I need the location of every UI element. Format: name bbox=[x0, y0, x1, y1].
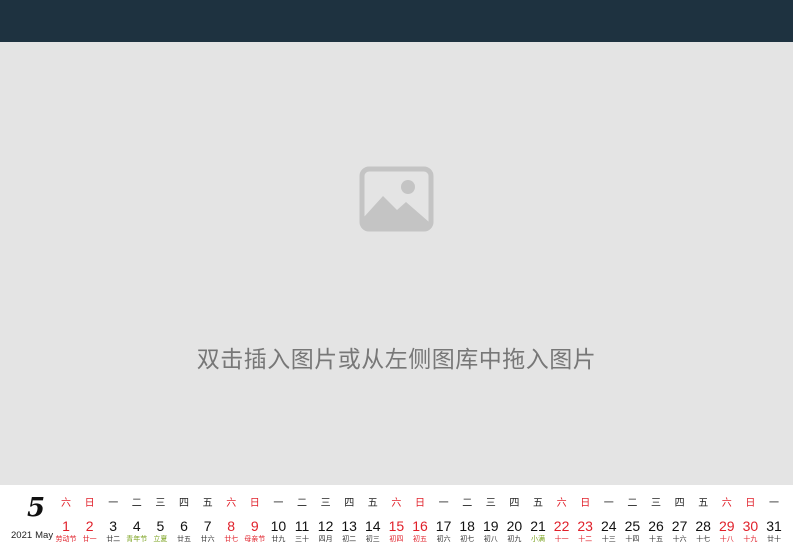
date-number: 31 bbox=[766, 518, 782, 534]
year-label: 2021 bbox=[11, 530, 33, 541]
lunar-label: 廿十 bbox=[767, 535, 781, 543]
top-bar bbox=[0, 0, 793, 42]
calendar-page: 双击插入图片或从左侧图库中拖入图片 5 2021 May 六 1 劳动节日 2 廿一一 3 廿… bbox=[0, 0, 793, 559]
weekday-label: 一 bbox=[769, 498, 779, 509]
month-number: 5 bbox=[26, 493, 46, 523]
placeholder-text: 双击插入图片或从左侧图库中拖入图片 bbox=[196, 347, 597, 373]
image-icon bbox=[359, 166, 434, 232]
image-placeholder[interactable]: 双击插入图片或从左侧图库中拖入图片 bbox=[0, 42, 793, 485]
day-cell[interactable]: 一 31 廿十 bbox=[763, 485, 785, 559]
calendar-strip: 5 2021 May 六 1 劳动节日 2 廿一一 3 廿二二 4 青年节三 5 立夏四 6 廿五五 7 廿六… bbox=[0, 485, 793, 559]
